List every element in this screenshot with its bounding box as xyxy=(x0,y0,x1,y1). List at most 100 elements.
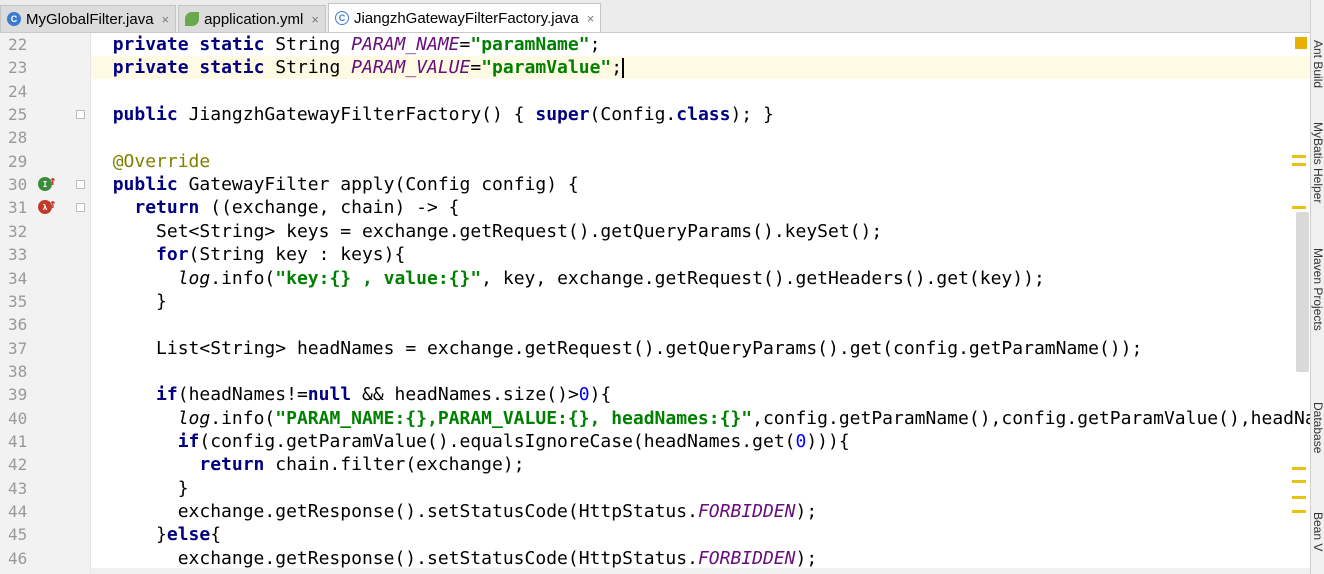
line-number: 34 xyxy=(8,268,28,288)
code-line[interactable] xyxy=(91,80,1310,103)
tab-application-yml[interactable]: application.yml × xyxy=(178,5,326,32)
code-line[interactable]: if(headNames!=null && headNames.size()>0… xyxy=(91,383,1310,406)
code-line[interactable]: for(String key : keys){ xyxy=(91,243,1310,266)
line-number: 37 xyxy=(8,338,28,358)
error-stripe-marker[interactable] xyxy=(1292,155,1306,158)
line-number: 40 xyxy=(8,408,28,428)
tab-label: MyGlobalFilter.java xyxy=(26,10,154,28)
code-line[interactable]: Set<String> keys = exchange.getRequest()… xyxy=(91,220,1310,243)
code-line[interactable]: List<String> headNames = exchange.getReq… xyxy=(91,337,1310,360)
line-number: 30 xyxy=(8,175,28,195)
vertical-scrollbar-thumb[interactable] xyxy=(1296,212,1309,372)
line-number: 23 xyxy=(8,58,28,78)
line-number: 36 xyxy=(8,315,28,335)
line-number: 28 xyxy=(8,128,28,148)
tool-database[interactable]: Database xyxy=(1311,402,1324,453)
fold-marker-icon[interactable] xyxy=(76,110,85,119)
line-number: 38 xyxy=(8,361,28,381)
tab-jiangzhgatewayfilterfactory[interactable]: C JiangzhGatewayFilterFactory.java × xyxy=(327,3,602,32)
error-stripe-marker[interactable] xyxy=(1292,480,1306,483)
error-stripe-marker[interactable] xyxy=(1292,206,1306,209)
code-text: exchange.getResponse().setStatusCode(Htt… xyxy=(177,501,818,522)
tool-maven-projects[interactable]: Maven Projects xyxy=(1311,248,1324,331)
close-icon[interactable]: × xyxy=(311,12,319,27)
code-text: exchange.getResponse().setStatusCode(Htt… xyxy=(177,547,818,569)
code-line[interactable]: } xyxy=(91,477,1310,500)
override-arrow-icon[interactable]: ↑ xyxy=(49,174,57,189)
code-text: @Override xyxy=(112,150,211,172)
code-text: if(headNames!=null && headNames.size()>0… xyxy=(156,384,612,406)
code-line[interactable] xyxy=(91,313,1310,336)
code-line[interactable]: private static String PARAM_VALUE="param… xyxy=(91,56,1310,80)
code-text: = xyxy=(459,34,471,55)
line-number: 25 xyxy=(8,105,28,125)
code-line[interactable]: return chain.filter(exchange); xyxy=(91,453,1310,476)
line-number: 31 xyxy=(8,198,28,218)
code-line[interactable] xyxy=(91,126,1310,149)
code-line[interactable]: if(config.getParamValue().equalsIgnoreCa… xyxy=(91,430,1310,453)
code-text: "paramName" xyxy=(470,34,590,55)
java-class-icon: C xyxy=(7,12,21,26)
code-line[interactable]: public JiangzhGatewayFilterFactory() { s… xyxy=(91,103,1310,126)
error-stripe-marker[interactable] xyxy=(1292,163,1306,166)
code-text: } xyxy=(91,477,189,499)
line-number: 39 xyxy=(8,385,28,405)
tool-bean[interactable]: Bean V xyxy=(1311,512,1324,551)
fold-marker-icon[interactable] xyxy=(76,203,85,212)
code-text: if(config.getParamValue().equalsIgnoreCa… xyxy=(177,430,850,452)
code-line[interactable]: public GatewayFilter apply(Config config… xyxy=(91,173,1310,196)
error-stripe-marker[interactable] xyxy=(1292,467,1306,470)
line-number: 42 xyxy=(8,455,28,475)
code-text: public GatewayFilter apply(Config config… xyxy=(112,174,579,196)
code-line[interactable]: log.info("PARAM_NAME:{},PARAM_VALUE:{}, … xyxy=(91,407,1310,430)
code-text: } xyxy=(91,290,167,312)
fold-marker-icon[interactable] xyxy=(76,180,85,189)
line-number: 35 xyxy=(8,291,28,311)
line-number: 44 xyxy=(8,502,28,521)
code-line[interactable]: log.info("key:{} , value:{}", key, excha… xyxy=(91,267,1310,290)
tool-ant-build[interactable]: Ant Build xyxy=(1311,40,1324,88)
line-number: 32 xyxy=(8,221,28,241)
code-text: ; xyxy=(611,57,623,79)
code-line[interactable]: return ((exchange, chain) -> { xyxy=(91,196,1310,219)
error-stripe-marker[interactable] xyxy=(1292,496,1306,499)
error-stripe-marker[interactable] xyxy=(1292,510,1306,513)
line-number: 41 xyxy=(8,431,28,451)
code-text: log.info("PARAM_NAME:{},PARAM_VALUE:{}, … xyxy=(177,407,1310,429)
warning-indicator-icon[interactable] xyxy=(1295,37,1307,49)
code-text: Set<String> keys = exchange.getRequest()… xyxy=(156,220,883,242)
code-text: List<String> headNames = exchange.getReq… xyxy=(156,337,1143,359)
horizontal-scrollbar[interactable] xyxy=(91,568,1310,574)
yaml-spring-icon xyxy=(185,12,200,26)
line-number: 24 xyxy=(8,81,28,101)
text-caret xyxy=(622,58,624,79)
code-line[interactable]: exchange.getResponse().setStatusCode(Htt… xyxy=(91,547,1310,570)
code-text: private static String xyxy=(112,57,341,79)
code-editor[interactable]: private static String PARAM_NAME="paramN… xyxy=(91,33,1310,574)
code-text: }else{ xyxy=(91,524,222,546)
tool-mybatis-helper[interactable]: MyBatis Helper xyxy=(1311,122,1324,203)
code-line[interactable]: exchange.getResponse().setStatusCode(Htt… xyxy=(91,500,1310,523)
tab-myglobalfilter[interactable]: C MyGlobalFilter.java × xyxy=(0,5,177,32)
code-text: return chain.filter(exchange); xyxy=(199,454,525,476)
code-text: log.info("key:{} , value:{}", key, excha… xyxy=(177,267,1045,289)
code-text: private static String xyxy=(112,34,341,55)
code-line[interactable]: @Override xyxy=(91,150,1310,173)
line-number: 43 xyxy=(8,478,28,498)
code-text: public JiangzhGatewayFilterFactory() { s… xyxy=(112,104,774,126)
code-line[interactable]: }else{ xyxy=(91,523,1310,546)
line-number: 29 xyxy=(8,151,28,171)
override-arrow-icon[interactable]: ↑ xyxy=(49,197,57,212)
code-line[interactable]: } xyxy=(91,290,1310,313)
code-text: "paramValue" xyxy=(481,57,612,79)
line-number: 33 xyxy=(8,245,28,265)
code-line[interactable] xyxy=(91,360,1310,383)
close-icon[interactable]: × xyxy=(162,12,170,27)
tab-label: JiangzhGatewayFilterFactory.java xyxy=(353,9,579,27)
code-line[interactable]: private static String PARAM_NAME="paramN… xyxy=(91,33,1310,56)
close-icon[interactable]: × xyxy=(587,11,595,26)
line-number: 22 xyxy=(8,35,28,54)
right-tool-strip: Ant Build MyBatis Helper Maven Projects … xyxy=(1310,0,1324,574)
editor-tab-bar: C MyGlobalFilter.java × application.yml … xyxy=(0,0,1310,33)
code-text: for(String key : keys){ xyxy=(156,244,406,266)
